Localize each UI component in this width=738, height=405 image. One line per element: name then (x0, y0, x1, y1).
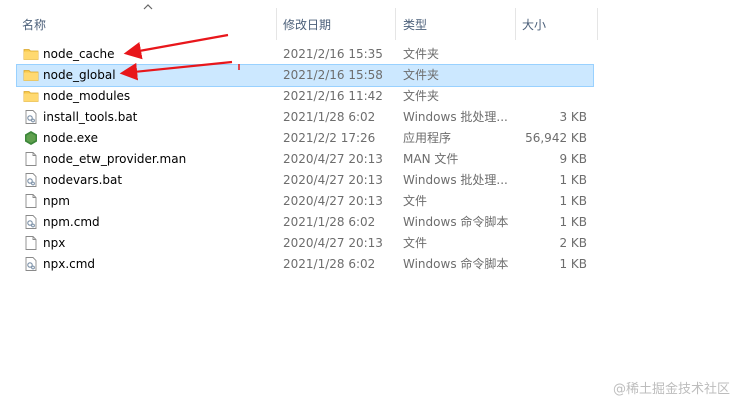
file-row[interactable]: npm.cmd 2021/1/28 6:02 Windows 命令脚本 1 KB (17, 212, 593, 233)
file-explorer-window: 名称 修改日期 类型 大小 node_cache 2021/2/16 15:35 文… (0, 0, 738, 405)
file-row[interactable]: node_global 2021/2/16 15:58 文件夹 (16, 64, 594, 87)
column-divider[interactable] (515, 8, 516, 40)
file-row[interactable]: node_etw_provider.man 2020/4/27 20:13 MAN … (17, 149, 593, 170)
file-modified-date: 2021/2/16 11:42 (283, 89, 383, 103)
file-row[interactable]: npx 2020/4/27 20:13 文件 2 KB (17, 233, 593, 254)
file-size: 1 KB (559, 173, 587, 187)
file-size (517, 65, 587, 86)
batch-file-icon (23, 109, 39, 125)
file-name: npm (43, 194, 70, 208)
file-size (517, 86, 587, 107)
file-name: npm.cmd (43, 215, 100, 229)
column-header-size[interactable]: 大小 (522, 16, 546, 34)
file-type: 文件夹 (403, 47, 440, 61)
column-divider[interactable] (276, 8, 277, 40)
file-modified-date: 2020/4/27 20:13 (283, 152, 383, 166)
file-icon (23, 235, 39, 251)
file-name: node_cache (43, 47, 115, 61)
file-type: 文件 (403, 236, 428, 250)
folder-icon (23, 46, 39, 62)
file-modified-date: 2020/4/27 20:13 (283, 236, 383, 250)
file-name: node_modules (43, 89, 131, 103)
file-size (517, 44, 587, 65)
file-size: 56,942 KB (525, 131, 587, 145)
file-row[interactable]: nodevars.bat 2020/4/27 20:13 Windows 批处理..… (17, 170, 593, 191)
file-type: MAN 文件 (403, 152, 459, 166)
file-modified-date: 2021/2/2 17:26 (283, 131, 376, 145)
file-modified-date: 2021/2/16 15:35 (283, 47, 383, 61)
file-size: 1 KB (559, 194, 587, 208)
file-type: 文件 (403, 194, 428, 208)
folder-icon (23, 67, 39, 83)
watermark: @稀土掘金技术社区 (612, 382, 730, 397)
nodejs-icon (23, 130, 39, 146)
cmd-file-icon (23, 214, 39, 230)
file-modified-date: 2020/4/27 20:13 (283, 173, 383, 187)
file-type: 文件夹 (403, 68, 440, 82)
file-row[interactable]: node.exe 2021/2/2 17:26 应用程序 56,942 KB (17, 128, 593, 149)
file-name: node.exe (43, 131, 99, 145)
column-divider[interactable] (395, 8, 396, 40)
file-icon (23, 151, 39, 167)
file-row[interactable]: npx.cmd 2021/1/28 6:02 Windows 命令脚本 1 KB (17, 254, 593, 275)
column-divider[interactable] (597, 8, 598, 40)
column-header-name[interactable]: 名称 (22, 16, 46, 34)
file-type: Windows 命令脚本 (403, 215, 509, 229)
file-type: 文件夹 (403, 89, 440, 103)
file-name: install_tools.bat (43, 110, 138, 124)
file-size: 9 KB (559, 152, 587, 166)
column-header-bar: 名称 修改日期 类型 大小 (0, 0, 600, 46)
file-list: node_cache 2021/2/16 15:35 文件夹 node_global 2… (16, 44, 594, 275)
folder-icon (23, 88, 39, 104)
file-modified-date: 2021/1/28 6:02 (283, 215, 376, 229)
file-size: 3 KB (559, 110, 587, 124)
file-row[interactable]: node_modules 2021/2/16 11:42 文件夹 (17, 86, 593, 107)
file-modified-date: 2020/4/27 20:13 (283, 194, 383, 208)
file-name: node_etw_provider.man (43, 152, 187, 166)
file-type: Windows 批处理... (403, 110, 508, 124)
file-modified-date: 2021/1/28 6:02 (283, 110, 376, 124)
file-row[interactable]: node_cache 2021/2/16 15:35 文件夹 (17, 44, 593, 65)
file-type: Windows 命令脚本 (403, 257, 509, 271)
file-type: 应用程序 (403, 131, 452, 145)
sort-ascending-icon[interactable] (142, 2, 154, 12)
file-name: nodevars.bat (43, 173, 123, 187)
file-name: npx (43, 236, 66, 250)
file-modified-date: 2021/1/28 6:02 (283, 257, 376, 271)
file-name: node_global (43, 68, 116, 82)
column-header-type[interactable]: 类型 (403, 16, 427, 34)
column-header-date[interactable]: 修改日期 (283, 16, 331, 34)
file-name: npx.cmd (43, 257, 96, 271)
batch-file-icon (23, 172, 39, 188)
file-size: 1 KB (559, 215, 587, 229)
cmd-file-icon (23, 256, 39, 272)
file-size: 2 KB (559, 236, 587, 250)
file-size: 1 KB (559, 257, 587, 271)
file-row[interactable]: install_tools.bat 2021/1/28 6:02 Windows 批… (17, 107, 593, 128)
file-icon (23, 193, 39, 209)
file-modified-date: 2021/2/16 15:58 (283, 68, 383, 82)
file-type: Windows 批处理... (403, 173, 508, 187)
file-row[interactable]: npm 2020/4/27 20:13 文件 1 KB (17, 191, 593, 212)
